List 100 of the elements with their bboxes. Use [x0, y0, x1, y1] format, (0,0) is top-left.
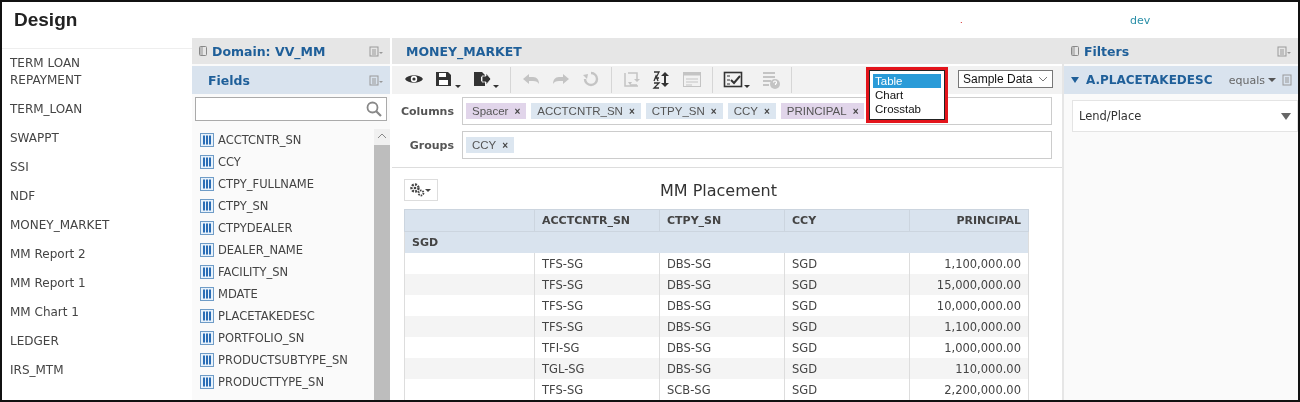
search-field[interactable] [195, 97, 387, 121]
settings-icon [410, 183, 432, 197]
report-item[interactable]: MM Report 1 [2, 275, 130, 304]
report-item[interactable]: TERM LOAN REPAYMENT [2, 55, 106, 101]
field-item[interactable]: PORTFOLIO_SN [218, 331, 305, 345]
column-field-icon [200, 331, 214, 345]
table-cell: TFS-SG [534, 274, 660, 295]
report-item[interactable]: MM Chart 1 [2, 304, 130, 333]
report-title: MM Placement [658, 180, 779, 200]
report-item[interactable]: LEDGER [2, 333, 130, 362]
report-name: MONEY_MARKET [406, 43, 523, 59]
remove-chip-icon[interactable]: × [710, 105, 717, 117]
report-item[interactable]: IRS_MTM [2, 362, 130, 391]
panel-title: Domain: VV_MM [212, 43, 327, 59]
table-cell: DBS-SG [659, 358, 785, 379]
column-header[interactable]: PRINCIPAL [909, 209, 1029, 232]
column-field-icon [200, 243, 214, 257]
view-type-list[interactable]: Table Chart Crosstab [866, 67, 948, 123]
remove-chip-icon[interactable]: × [502, 139, 509, 151]
field-item[interactable]: PRODUCTTYPE_SN [218, 375, 324, 389]
table-cell: 2,200,000.00 [909, 379, 1029, 400]
checklist-icon[interactable] [723, 70, 751, 90]
column-field-icon [200, 353, 214, 367]
export-icon[interactable] [472, 70, 500, 90]
table-cell: SGD [784, 358, 910, 379]
environment-label: dev [1130, 13, 1151, 27]
report-item[interactable]: TERM_LOAN [2, 101, 130, 130]
scroll-up-icon[interactable] [377, 133, 387, 139]
table-cell: SGD [784, 274, 910, 295]
report-item[interactable]: MONEY_MARKET [2, 217, 130, 246]
panel-menu-icon[interactable] [369, 45, 384, 57]
column-header[interactable]: ACCTCNTR_SN [534, 209, 660, 232]
field-chip[interactable]: CCY × [727, 103, 776, 119]
table-cell: TGL-SG [534, 358, 660, 379]
column-header[interactable]: CCY [784, 209, 910, 232]
field-chip[interactable]: ACCTCNTR_SN × [531, 103, 641, 119]
remove-chip-icon[interactable]: × [628, 105, 635, 117]
remove-chip-icon[interactable]: × [852, 105, 859, 117]
table-cell: DBS-SG [659, 274, 785, 295]
remove-chip-icon[interactable]: × [514, 105, 521, 117]
column-field-icon [200, 177, 214, 191]
field-item[interactable]: PLACETAKEDESC [218, 309, 315, 323]
column-field-icon [200, 265, 214, 279]
operator-dropdown[interactable]: equals [1228, 73, 1276, 87]
dropdown-triangle-icon [1281, 112, 1291, 120]
field-item[interactable]: DEALER_NAME [218, 243, 304, 257]
filter-value-select[interactable]: Lend/Place [1072, 100, 1298, 132]
column-field-icon [200, 155, 214, 169]
column-field-icon [200, 375, 214, 389]
field-item[interactable]: CTPY_FULLNAME [218, 177, 314, 191]
field-item[interactable]: MDATE [218, 287, 258, 301]
page-title: Design [14, 9, 79, 31]
settings-button[interactable] [404, 179, 438, 201]
column-field-icon [200, 309, 214, 323]
table-cell: 15,000,000.00 [909, 274, 1029, 295]
panel-title: Filters [1084, 43, 1131, 59]
caret-icon [1268, 77, 1276, 83]
column-field-icon [200, 221, 214, 235]
report-item[interactable]: SSI [2, 159, 130, 188]
table-cell: SGD [784, 379, 910, 400]
field-item[interactable]: FACILITY_SN [218, 265, 289, 279]
drop-zone[interactable]: CCY × [462, 131, 1052, 159]
dropdown-caret-icon [1038, 76, 1049, 82]
table-cell: 1,100,000.00 [909, 316, 1029, 337]
report-item[interactable]: NDF [2, 188, 130, 217]
table-cell: TFS-SG [534, 316, 660, 337]
fields-menu-icon[interactable] [369, 74, 384, 86]
drop-zone-label: Columns [399, 104, 455, 118]
collapse-triangle-icon[interactable] [1070, 76, 1080, 84]
sort-icon[interactable] [652, 70, 672, 90]
report-item[interactable]: SWAPPT [2, 130, 130, 159]
report-item[interactable]: MM Report 2 [2, 246, 130, 275]
fields-title: Fields [208, 72, 251, 88]
field-item[interactable]: ACCTCNTR_SN [218, 133, 302, 147]
field-chip[interactable]: PRINCIPAL × [780, 103, 865, 119]
column-header[interactable]: CTPY_SN [659, 209, 785, 232]
field-chip[interactable]: CTPY_SN × [645, 103, 723, 119]
group-header-cell: SGD [404, 231, 1029, 253]
field-chip[interactable]: Spacer × [466, 103, 527, 119]
filter-field-name: A.PLACETAKEDESC [1086, 73, 1214, 87]
save-icon[interactable] [434, 70, 462, 90]
remove-chip-icon[interactable]: × [763, 105, 770, 117]
table-cell: TFS-SG [534, 379, 660, 400]
data-mode-select[interactable]: Sample Data [958, 70, 1054, 88]
table-cell: SCB-SG [659, 379, 785, 400]
search-icon [366, 101, 382, 117]
view-option[interactable]: Crosstab [873, 102, 941, 116]
field-chip[interactable]: CCY × [466, 137, 515, 153]
table-cell: SGD [784, 316, 910, 337]
table-cell: DBS-SG [659, 316, 785, 337]
field-item[interactable]: CTPY_SN [218, 199, 269, 213]
filter-menu-icon[interactable] [1282, 74, 1292, 86]
table-cell: 110,000.00 [909, 358, 1029, 379]
dot-mark: . [960, 15, 964, 25]
column-field-icon [200, 133, 214, 147]
panel-menu-icon[interactable] [1277, 45, 1292, 57]
field-item[interactable]: CCY [218, 155, 241, 169]
field-item[interactable]: CTPYDEALER [218, 221, 293, 235]
column-field-icon [200, 287, 214, 301]
field-item[interactable]: PRODUCTSUBTYPE_SN [218, 353, 348, 367]
